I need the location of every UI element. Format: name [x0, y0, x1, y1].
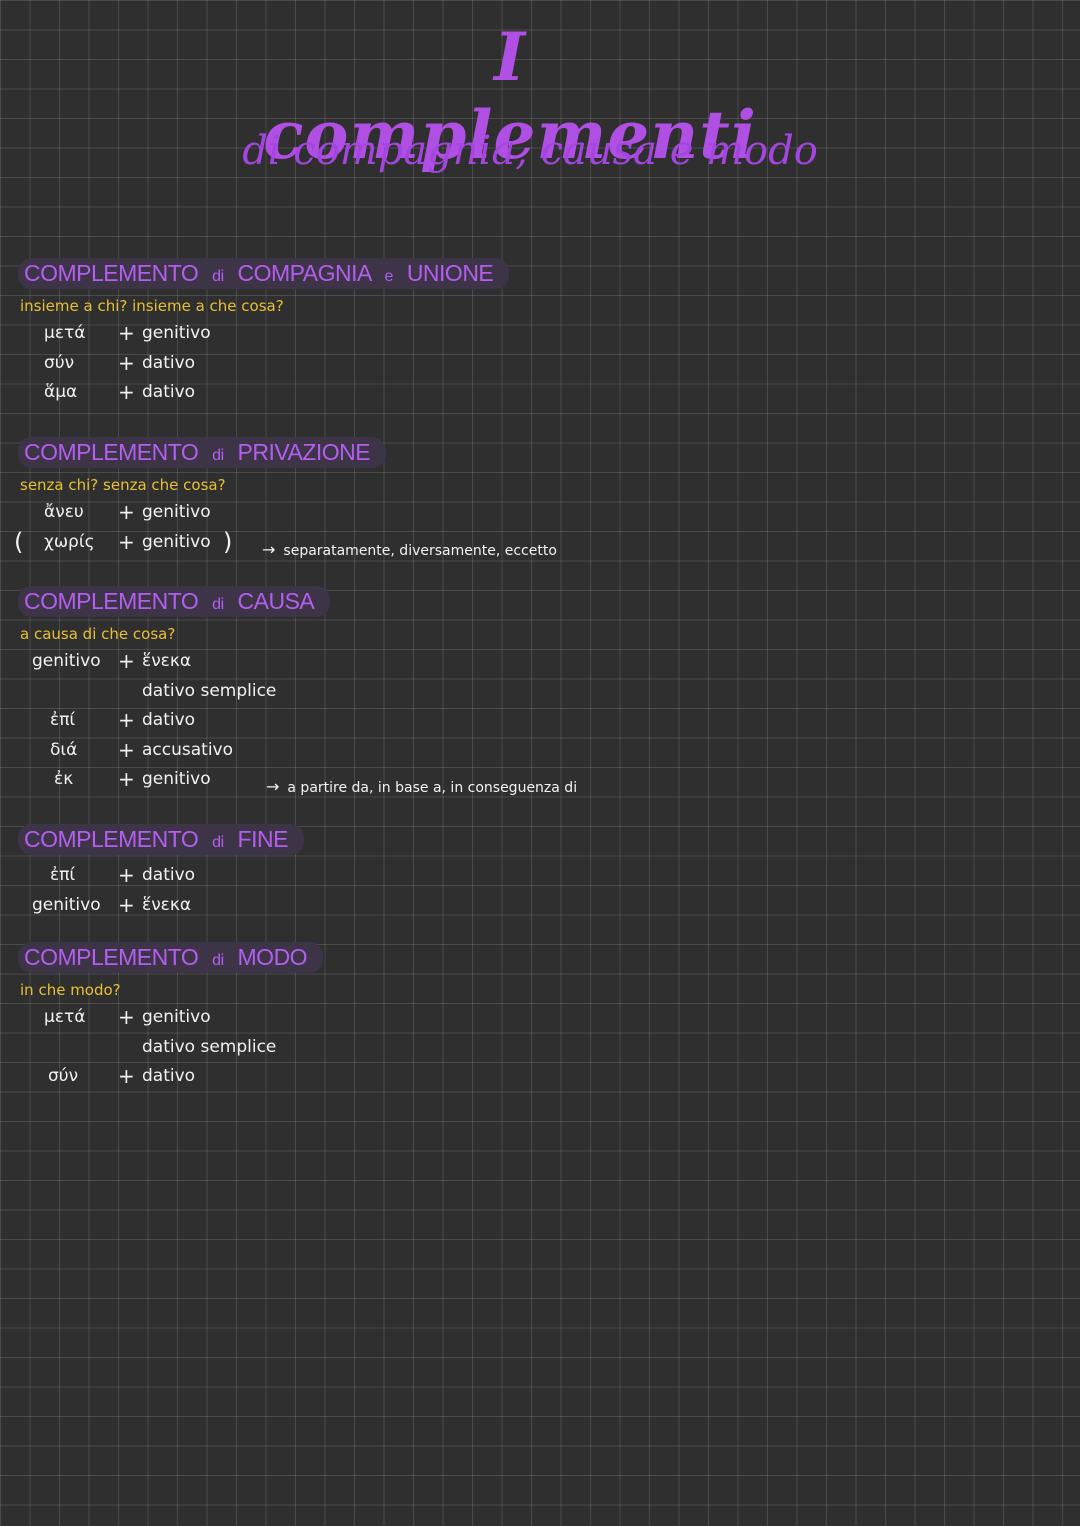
heading-word: PRIVAZIONE: [237, 439, 371, 465]
preposition: ἐκ: [54, 769, 74, 789]
section-causa: COMPLEMENTO di CAUSA a causa di che cosa…: [18, 586, 331, 797]
rule-row: μετά + genitivo: [18, 1005, 323, 1035]
rule-row: ἅμα + dativo: [18, 380, 509, 410]
case-label: genitivo: [142, 531, 211, 552]
heading-word: COMPLEMENTO: [24, 588, 199, 614]
case-label: ἕνεκα: [142, 894, 192, 915]
rule-row: dativo semplice: [18, 679, 330, 709]
plus-sign: +: [118, 529, 135, 554]
plus-sign: +: [118, 892, 135, 917]
section-heading-modo: COMPLEMENTO di MODO: [18, 942, 324, 973]
case-label: dativo: [142, 382, 196, 402]
rule-row: ἄνευ + genitivo: [18, 500, 386, 530]
rule-row: μετά + genitivo: [18, 321, 509, 351]
case-label: genitivo: [142, 323, 211, 343]
note-text: separatamente, diversamente, eccetto: [283, 543, 557, 559]
case-label: dativo: [142, 352, 196, 373]
note-text: a partire da, in base a, in conseguenza …: [287, 780, 578, 796]
heading-word: UNIONE: [406, 260, 494, 286]
rule-row: genitivo + ἕνεκα: [18, 893, 304, 923]
preposition: ἐπί: [50, 865, 76, 885]
preposition: σύν: [48, 1066, 79, 1086]
case-label: genitivo: [142, 1007, 211, 1027]
open-parenthesis: (: [14, 527, 24, 556]
heading-word: di: [212, 952, 224, 969]
heading-word: di: [212, 268, 224, 285]
section-modo: COMPLEMENTO di MODO in che modo? μετά + …: [18, 942, 324, 1094]
case-label: dativo semplice: [142, 680, 277, 701]
plus-sign: +: [118, 1064, 135, 1088]
case-label: dativo: [142, 710, 196, 730]
heading-word: COMPLEMENTO: [24, 944, 199, 970]
close-parenthesis: ): [223, 527, 233, 556]
heading-word: di: [212, 596, 224, 613]
heading-word: di: [212, 447, 224, 464]
section-heading-fine: COMPLEMENTO di FINE: [18, 824, 304, 855]
plus-sign: +: [118, 767, 135, 791]
case-label: dativo: [142, 1066, 196, 1086]
section-question: insieme a chi? insieme a che cosa?: [20, 297, 284, 315]
rule-row: σύν + dativo: [18, 1064, 323, 1094]
preposition: ἅμα: [44, 382, 78, 402]
rule-row: ἐπί + dativo: [18, 863, 304, 893]
section-fine: COMPLEMENTO di FINE ἐπί + dativo genitiv…: [18, 824, 304, 922]
rule-row: διά + accusativo: [18, 738, 330, 768]
rule-row: dativo semplice: [18, 1035, 323, 1065]
plus-sign: +: [118, 708, 135, 732]
plus-sign: +: [118, 500, 135, 524]
case-label: dativo semplice: [142, 1036, 277, 1057]
preposition: μετά: [44, 1007, 86, 1027]
section-heading-privazione: COMPLEMENTO di PRIVAZIONE: [18, 437, 387, 468]
preposition: ἄνευ: [44, 502, 84, 522]
section-heading-compagnia: COMPLEMENTO di COMPAGNIA e UNIONE: [18, 258, 510, 289]
plus-sign: +: [118, 350, 135, 375]
page-subtitle: di compagnia, causa e modo: [242, 128, 818, 174]
heading-word: COMPAGNIA: [237, 260, 372, 286]
preposition: genitivo: [32, 651, 101, 671]
case-label: genitivo: [142, 502, 211, 522]
plus-sign: +: [118, 321, 135, 345]
rule-row: σύν + dativo: [18, 351, 509, 381]
plus-sign: +: [118, 1005, 135, 1029]
right-arrow-icon: →: [262, 540, 276, 559]
preposition: μετά: [44, 323, 86, 343]
rule-row: ἐπί + dativo: [18, 708, 330, 738]
privazione-note: → separatamente, diversamente, eccetto: [262, 540, 557, 559]
preposition: σύν: [44, 352, 75, 373]
heading-word: COMPLEMENTO: [24, 439, 199, 465]
heading-word: CAUSA: [237, 588, 315, 614]
plus-sign: +: [118, 380, 135, 404]
case-label: ἕνεκα: [142, 651, 192, 671]
rule-row: genitivo + ἕνεκα: [18, 649, 330, 679]
heading-word: FINE: [237, 826, 289, 852]
section-heading-causa: COMPLEMENTO di CAUSA: [18, 586, 331, 617]
right-arrow-icon: →: [266, 777, 280, 796]
section-question: a causa di che cosa?: [20, 625, 176, 643]
heading-word: MODO: [237, 944, 308, 970]
preposition: διά: [50, 739, 78, 760]
plus-sign: +: [118, 649, 135, 673]
heading-word: COMPLEMENTO: [24, 260, 199, 286]
plus-sign: +: [118, 863, 135, 887]
case-label: dativo: [142, 865, 196, 885]
plus-sign: +: [118, 737, 135, 762]
section-compagnia: COMPLEMENTO di COMPAGNIA e UNIONE insiem…: [18, 258, 510, 410]
heading-word: COMPLEMENTO: [24, 826, 199, 852]
heading-word: e: [384, 268, 394, 285]
preposition: genitivo: [32, 894, 101, 915]
section-question: in che modo?: [20, 981, 121, 999]
case-label: genitivo: [142, 769, 211, 789]
section-question: senza chi? senza che cosa?: [20, 476, 226, 494]
causa-note: → a partire da, in base a, in conseguenza…: [266, 777, 577, 796]
preposition: ἐπί: [50, 710, 76, 730]
preposition: χωρίς: [44, 531, 95, 552]
heading-word: di: [212, 834, 224, 851]
case-label: accusativo: [142, 739, 234, 760]
